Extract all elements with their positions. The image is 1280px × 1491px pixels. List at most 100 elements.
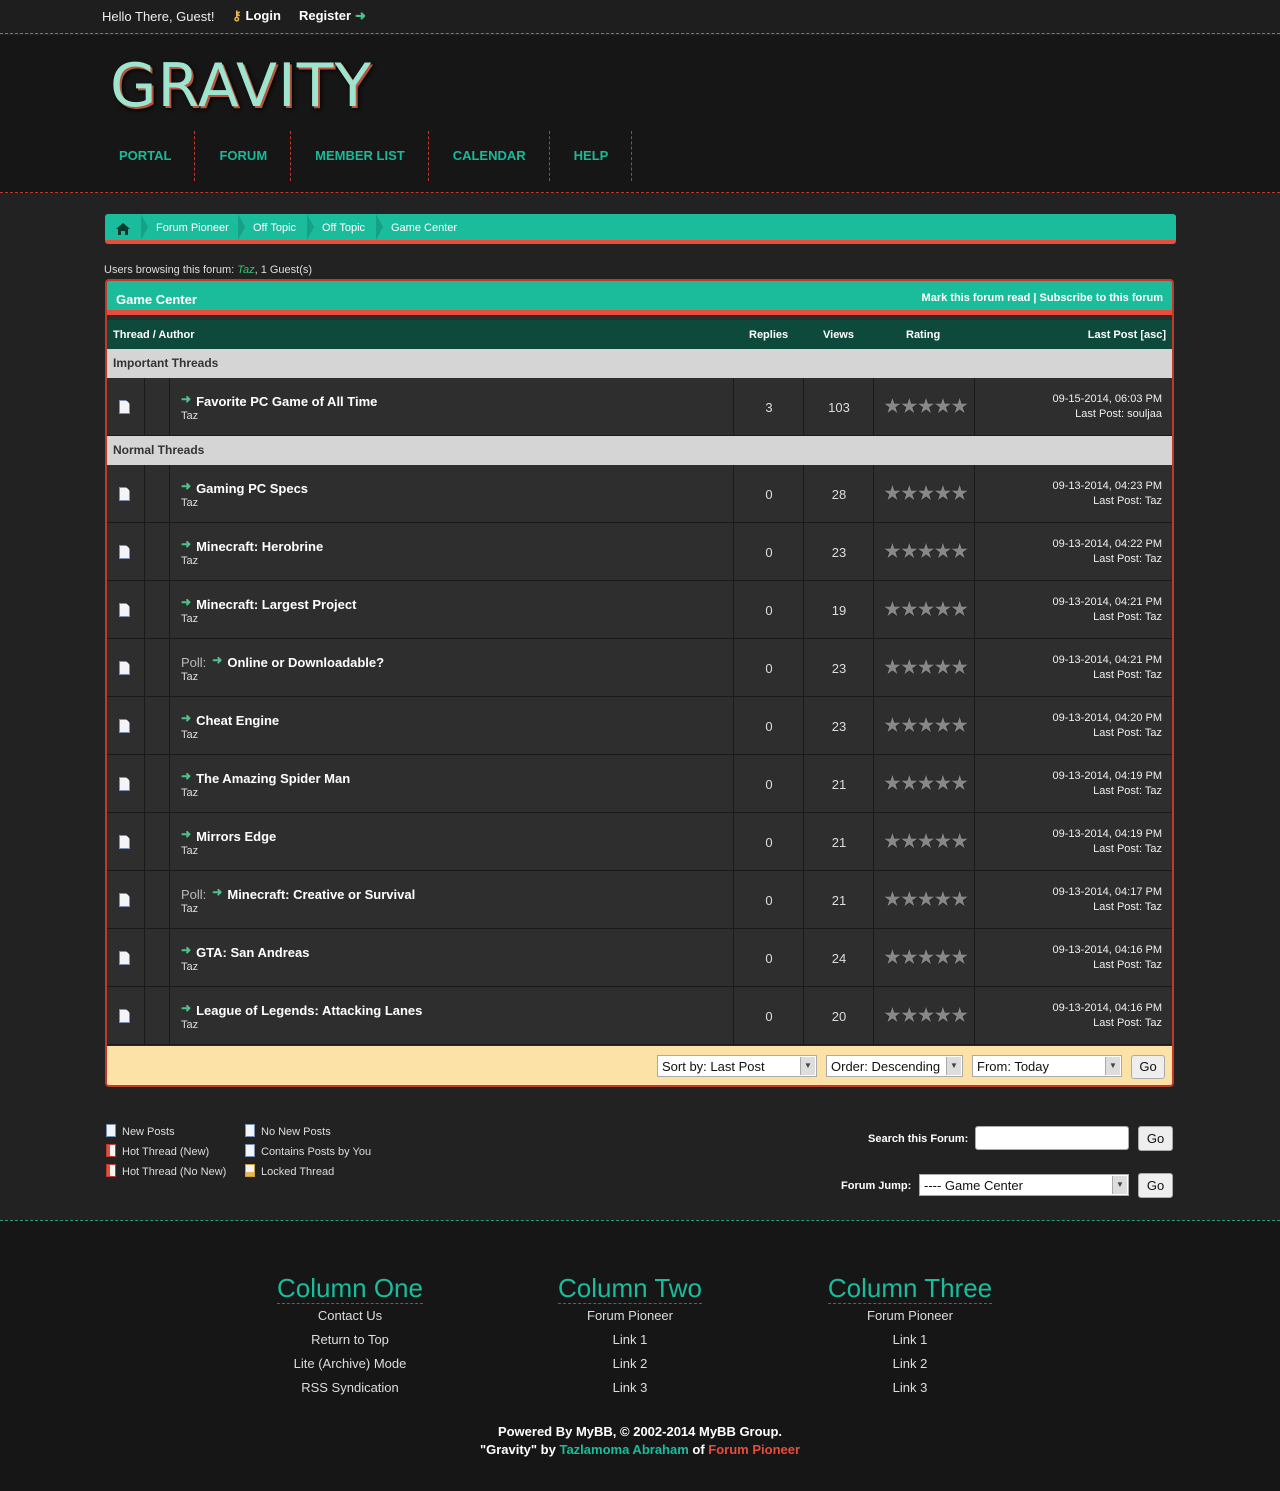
last-post-user[interactable]: Last Post: Taz <box>1053 958 1162 973</box>
replies-count[interactable]: 0 <box>734 893 804 908</box>
thread-title-link[interactable]: Mirrors Edge <box>196 829 276 844</box>
last-post-date[interactable]: 09-13-2014, 04:20 PM <box>1053 711 1162 726</box>
last-post-date[interactable]: 09-15-2014, 06:03 PM <box>1053 392 1162 407</box>
thread-title-link[interactable]: League of Legends: Attacking Lanes <box>196 1003 422 1018</box>
credit-author-link[interactable]: Tazlamoma Abraham <box>559 1442 688 1457</box>
footer-link-top[interactable]: Return to Top <box>230 1328 470 1352</box>
goto-new-arrow-icon[interactable]: ➜ <box>212 885 222 899</box>
goto-new-arrow-icon[interactable]: ➜ <box>181 479 191 493</box>
last-post-user[interactable]: Last Post: Taz <box>1053 1016 1162 1031</box>
footer-link[interactable]: Link 3 <box>510 1376 750 1400</box>
thread-status-icon[interactable] <box>119 719 130 733</box>
last-post-user[interactable]: Last Post: Taz <box>1053 552 1162 567</box>
last-post-date[interactable]: 09-13-2014, 04:16 PM <box>1053 943 1162 958</box>
thread-author[interactable]: Taz <box>181 961 198 973</box>
forum-jump-select[interactable]: ---- Game Center ▼ <box>919 1174 1129 1196</box>
last-post-user[interactable]: Last Post: Taz <box>1053 900 1162 915</box>
last-post-user[interactable]: Last Post: Taz <box>1053 668 1162 683</box>
col-last-post[interactable]: Last Post [asc] <box>1088 329 1166 341</box>
star-rating-icon[interactable]: ★★★★★ <box>883 887 969 912</box>
forum-jump-go-button[interactable]: Go <box>1138 1173 1173 1198</box>
star-rating-icon[interactable]: ★★★★★ <box>883 394 969 419</box>
last-post-user[interactable]: Last Post: Taz <box>1053 842 1162 857</box>
goto-new-arrow-icon[interactable]: ➜ <box>181 595 191 609</box>
thread-title-link[interactable]: Online or Downloadable? <box>227 655 384 670</box>
search-input[interactable] <box>975 1126 1129 1150</box>
footer-link-lite[interactable]: Lite (Archive) Mode <box>230 1352 470 1376</box>
footer-link[interactable]: Link 2 <box>790 1352 1030 1376</box>
goto-new-arrow-icon[interactable]: ➜ <box>181 943 191 957</box>
last-post-date[interactable]: 09-13-2014, 04:19 PM <box>1053 827 1162 842</box>
footer-link[interactable]: Link 1 <box>510 1328 750 1352</box>
last-post-date[interactable]: 09-13-2014, 04:16 PM <box>1053 1001 1162 1016</box>
replies-count[interactable]: 0 <box>734 603 804 618</box>
last-post-date[interactable]: 09-13-2014, 04:19 PM <box>1053 769 1162 784</box>
footer-link[interactable]: Forum Pioneer <box>790 1304 1030 1328</box>
footer-link[interactable]: Link 3 <box>790 1376 1030 1400</box>
replies-count[interactable]: 0 <box>734 951 804 966</box>
thread-author[interactable]: Taz <box>181 1019 198 1031</box>
thread-author[interactable]: Taz <box>181 671 198 683</box>
last-post-user[interactable]: Last Post: Taz <box>1053 494 1162 509</box>
thread-status-icon[interactable] <box>119 400 130 414</box>
last-post-user[interactable]: Last Post: Taz <box>1053 610 1162 625</box>
last-post-date[interactable]: 09-13-2014, 04:22 PM <box>1053 537 1162 552</box>
col-views[interactable]: Views <box>823 329 854 341</box>
thread-author[interactable]: Taz <box>181 555 198 567</box>
sort-go-button[interactable]: Go <box>1131 1055 1165 1079</box>
thread-title-link[interactable]: Minecraft: Herobrine <box>196 539 323 554</box>
thread-author[interactable]: Taz <box>181 613 198 625</box>
thread-status-icon[interactable] <box>119 951 130 965</box>
last-post-user[interactable]: Last Post: souljaa <box>1053 407 1162 422</box>
star-rating-icon[interactable]: ★★★★★ <box>883 829 969 854</box>
replies-count[interactable]: 0 <box>734 719 804 734</box>
footer-link[interactable]: Forum Pioneer <box>510 1304 750 1328</box>
last-post-date[interactable]: 09-13-2014, 04:23 PM <box>1053 479 1162 494</box>
replies-count[interactable]: 0 <box>734 545 804 560</box>
thread-author[interactable]: Taz <box>181 787 198 799</box>
col-thread-author[interactable]: Thread / Author <box>113 329 194 341</box>
goto-new-arrow-icon[interactable]: ➜ <box>181 769 191 783</box>
breadcrumb-off-topic-2[interactable]: Off Topic <box>322 222 365 234</box>
star-rating-icon[interactable]: ★★★★★ <box>883 1003 969 1028</box>
nav-help[interactable]: HELP <box>550 131 633 181</box>
col-rating[interactable]: Rating <box>906 329 940 341</box>
browsing-user-link[interactable]: Taz <box>237 264 254 276</box>
thread-status-icon[interactable] <box>119 777 130 791</box>
nav-forum[interactable]: FORUM <box>195 131 292 181</box>
star-rating-icon[interactable]: ★★★★★ <box>883 713 969 738</box>
thread-status-icon[interactable] <box>119 545 130 559</box>
thread-author[interactable]: Taz <box>181 903 198 915</box>
replies-count[interactable]: 0 <box>734 1009 804 1024</box>
goto-new-arrow-icon[interactable]: ➜ <box>181 711 191 725</box>
site-logo[interactable]: GRAVITY <box>110 51 372 121</box>
forum-options[interactable]: Mark this forum read | Subscribe to this… <box>922 292 1163 304</box>
from-select[interactable]: From: Today ▼ <box>972 1055 1122 1077</box>
goto-new-arrow-icon[interactable]: ➜ <box>181 537 191 551</box>
replies-count[interactable]: 0 <box>734 487 804 502</box>
footer-link-rss[interactable]: RSS Syndication <box>230 1376 470 1400</box>
thread-title-link[interactable]: Cheat Engine <box>196 713 279 728</box>
star-rating-icon[interactable]: ★★★★★ <box>883 481 969 506</box>
thread-title-link[interactable]: Gaming PC Specs <box>196 481 308 496</box>
nav-calendar[interactable]: CALENDAR <box>429 131 550 181</box>
sort-by-select[interactable]: Sort by: Last Post ▼ <box>657 1055 817 1077</box>
order-select[interactable]: Order: Descending ▼ <box>826 1055 963 1077</box>
breadcrumb-off-topic[interactable]: Off Topic <box>253 222 296 234</box>
thread-author[interactable]: Taz <box>181 410 198 422</box>
last-post-date[interactable]: 09-13-2014, 04:21 PM <box>1053 595 1162 610</box>
thread-title-link[interactable]: Minecraft: Creative or Survival <box>227 887 415 902</box>
nav-member-list[interactable]: MEMBER LIST <box>291 131 429 181</box>
footer-link[interactable]: Link 1 <box>790 1328 1030 1352</box>
goto-new-arrow-icon[interactable]: ➜ <box>181 1001 191 1015</box>
replies-count[interactable]: 0 <box>734 835 804 850</box>
goto-new-arrow-icon[interactable]: ➜ <box>181 827 191 841</box>
thread-author[interactable]: Taz <box>181 497 198 509</box>
goto-new-arrow-icon[interactable]: ➜ <box>212 653 222 667</box>
thread-status-icon[interactable] <box>119 893 130 907</box>
thread-title-link[interactable]: Favorite PC Game of All Time <box>196 394 377 409</box>
nav-portal[interactable]: PORTAL <box>104 131 196 181</box>
replies-count[interactable]: 3 <box>734 400 804 415</box>
star-rating-icon[interactable]: ★★★★★ <box>883 539 969 564</box>
last-post-user[interactable]: Last Post: Taz <box>1053 784 1162 799</box>
